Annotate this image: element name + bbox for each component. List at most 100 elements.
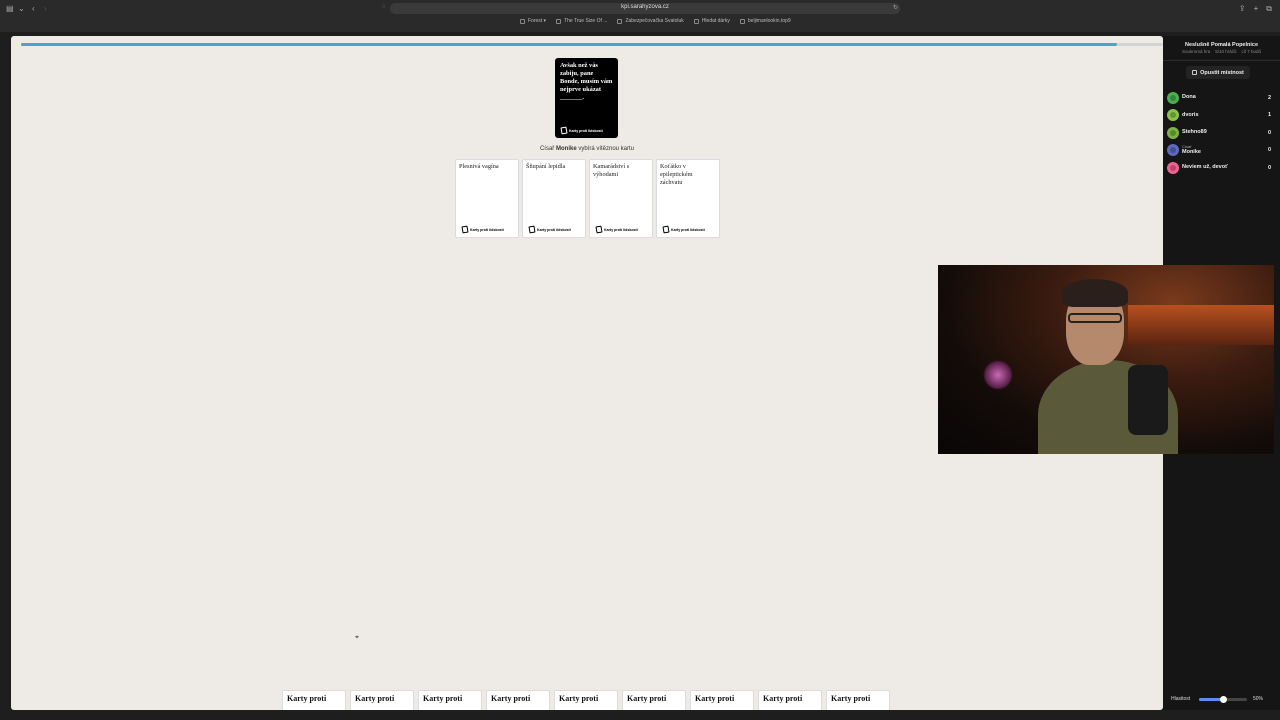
player-list: Dona 2 dvoris 1 Stehno89 0 Císař Monike … bbox=[1167, 89, 1271, 177]
player-row: Stehno89 0 bbox=[1167, 124, 1271, 142]
hand-card[interactable]: Karty proti bbox=[486, 690, 550, 710]
white-card-text: Kamarádství s výhodami bbox=[593, 163, 630, 178]
bookmarks-bar: Forest ▾ The True Size Of ... Zabezpečov… bbox=[520, 16, 791, 26]
player-name: Neviem už, devoť bbox=[1182, 164, 1228, 171]
player-name: Monike bbox=[1182, 149, 1201, 156]
webcam-microphone bbox=[1128, 365, 1168, 435]
mouse-pointer-icon: ⌖ bbox=[355, 634, 359, 641]
white-card-text: Plesnivá vagína bbox=[459, 163, 499, 170]
reload-icon[interactable]: ↻ bbox=[893, 4, 898, 11]
card-footer-label: Karty proti lidskosti bbox=[604, 227, 638, 232]
black-card: Avšak než vás zabiju, pane Bonde, musím … bbox=[555, 58, 618, 138]
share-icon[interactable]: ⇪ bbox=[1239, 4, 1246, 14]
page-icon bbox=[556, 18, 562, 24]
globe-icon bbox=[617, 18, 623, 24]
globe-icon bbox=[739, 18, 745, 24]
globe-icon bbox=[693, 18, 699, 24]
white-card[interactable]: Plesnivá vagína Karty proti lidskosti bbox=[455, 159, 519, 238]
player-score: 0 bbox=[1267, 164, 1271, 171]
sidebar-toggle-icon[interactable]: ▤ bbox=[6, 4, 14, 13]
player-row: dvoris 1 bbox=[1167, 107, 1271, 125]
bookmark-item[interactable]: Forest ▾ bbox=[520, 16, 546, 26]
card-footer-label: Karty proti lidskosti bbox=[671, 227, 705, 232]
card-footer: Karty proti lidskosti bbox=[461, 225, 504, 234]
bookmark-item[interactable]: The True Size Of ... bbox=[556, 16, 607, 26]
back-icon[interactable]: ‹ bbox=[32, 4, 35, 13]
volume-slider[interactable] bbox=[1199, 695, 1247, 703]
player-row: Neviem už, devoť 0 bbox=[1167, 159, 1271, 177]
hand-card[interactable]: Karty proti bbox=[758, 690, 822, 710]
chevron-down-icon[interactable]: ⌄ bbox=[18, 4, 25, 13]
black-card-text: Avšak než vás zabiju, pane Bonde, musím … bbox=[560, 62, 613, 101]
player-score: 2 bbox=[1267, 94, 1271, 101]
player-name: dvoris bbox=[1182, 111, 1199, 118]
czar-status: Císař Monike vybírá vítěznou kartu bbox=[11, 146, 1163, 152]
player-hand: Karty proti Karty proti Karty proti Kart… bbox=[282, 690, 890, 710]
avatar bbox=[1167, 161, 1179, 174]
avatar bbox=[1167, 144, 1179, 157]
hand-card[interactable]: Karty proti bbox=[826, 690, 890, 710]
czar-prefix: Císař bbox=[539, 146, 555, 152]
card-footer: Karty proti lidskosti bbox=[662, 225, 705, 234]
tabs-overview-icon[interactable]: ⧉ bbox=[1266, 4, 1272, 14]
browser-toolbar: ▤ ⌄ ‹ › ◌ kpi.sarahyzova.cz ↻ Forest ▾ T… bbox=[0, 0, 1280, 32]
cards-logo-icon bbox=[662, 225, 670, 234]
bookmark-item[interactable]: Hledat dárky bbox=[693, 16, 730, 26]
volume-slider-thumb[interactable] bbox=[1220, 695, 1227, 703]
cards-logo-icon bbox=[528, 225, 536, 234]
cards-logo-icon bbox=[560, 126, 568, 135]
hand-card[interactable]: Karty proti bbox=[418, 690, 482, 710]
bookmark-item[interactable]: beljimanlookin.top9 bbox=[739, 16, 791, 26]
hand-card[interactable]: Karty proti bbox=[622, 690, 686, 710]
hand-card[interactable]: Karty proti bbox=[282, 690, 346, 710]
webcam-overlay bbox=[938, 265, 1274, 454]
czar-suffix: vybírá vítěznou kartu bbox=[578, 146, 635, 152]
player-score: 0 bbox=[1267, 129, 1271, 136]
white-card[interactable]: Kamarádství s výhodami Karty proti lidsk… bbox=[589, 159, 653, 238]
player-name: Dona bbox=[1182, 94, 1196, 101]
round-timer bbox=[21, 43, 1163, 46]
volume-control: Hlasitost 50% bbox=[1171, 694, 1271, 704]
white-card[interactable]: Šňupání lepidla Karty proti lidskosti bbox=[522, 159, 586, 238]
avatar bbox=[1167, 91, 1179, 104]
card-footer: Karty proti lidskosti bbox=[595, 225, 638, 234]
room-goal: cíl 7 bodů bbox=[1241, 49, 1262, 54]
card-footer: Karty proti lidskosti bbox=[560, 126, 603, 135]
leave-room-button[interactable]: Opustit místnost bbox=[1186, 66, 1250, 79]
hand-card[interactable]: Karty proti bbox=[690, 690, 754, 710]
white-card-text: Koťátko v epileptickém záchvatu bbox=[660, 163, 693, 186]
czar-name: Monike bbox=[555, 146, 577, 152]
card-footer: Karty proti lidskosti bbox=[528, 225, 571, 234]
exit-icon bbox=[1192, 70, 1198, 75]
cards-logo-icon bbox=[595, 225, 603, 234]
url-text: kpi.sarahyzova.cz bbox=[621, 4, 669, 10]
room-player-count: 5/10 hráčů bbox=[1215, 49, 1237, 54]
room-meta: Soukromá hra 5/10 hráčů cíl 7 bodů bbox=[1163, 49, 1280, 54]
hand-card[interactable]: Karty proti bbox=[554, 690, 618, 710]
white-card[interactable]: Koťátko v epileptickém záchvatu Karty pr… bbox=[656, 159, 720, 238]
leave-room-label: Opustit místnost bbox=[1200, 69, 1244, 76]
avatar bbox=[1167, 126, 1179, 139]
webcam-plasma-lamp bbox=[983, 360, 1013, 390]
played-cards: Plesnivá vagína Karty proti lidskosti Šň… bbox=[455, 159, 720, 238]
room-name: Neslušně Pomalá Popelnice bbox=[1184, 42, 1259, 48]
bookmark-item[interactable]: Zabezpečovačka Svatoluk bbox=[617, 16, 684, 26]
card-footer-label: Karty proti lidskosti bbox=[470, 227, 504, 232]
hand-card[interactable]: Karty proti bbox=[350, 690, 414, 710]
white-card-text: Šňupání lepidla bbox=[526, 163, 566, 170]
room-visibility: Soukromá hra bbox=[1181, 49, 1211, 54]
player-score: 0 bbox=[1267, 147, 1271, 154]
webcam-person-hair bbox=[1062, 279, 1128, 307]
player-row: Císař Monike 0 bbox=[1167, 142, 1271, 160]
browser-actions: ⇪ + ⧉ bbox=[1239, 4, 1272, 14]
player-name: Stehno89 bbox=[1182, 129, 1207, 136]
divider bbox=[1163, 60, 1280, 61]
address-bar[interactable]: kpi.sarahyzova.cz bbox=[390, 3, 900, 14]
folder-icon bbox=[520, 18, 525, 24]
forward-icon[interactable]: › bbox=[44, 4, 47, 13]
card-footer-label: Karty proti lidskosti bbox=[537, 227, 571, 232]
round-timer-fill bbox=[21, 43, 1118, 46]
shield-icon[interactable]: ◌ bbox=[382, 4, 386, 10]
new-tab-icon[interactable]: + bbox=[1254, 4, 1259, 14]
volume-label: Hlasitost bbox=[1171, 696, 1191, 702]
